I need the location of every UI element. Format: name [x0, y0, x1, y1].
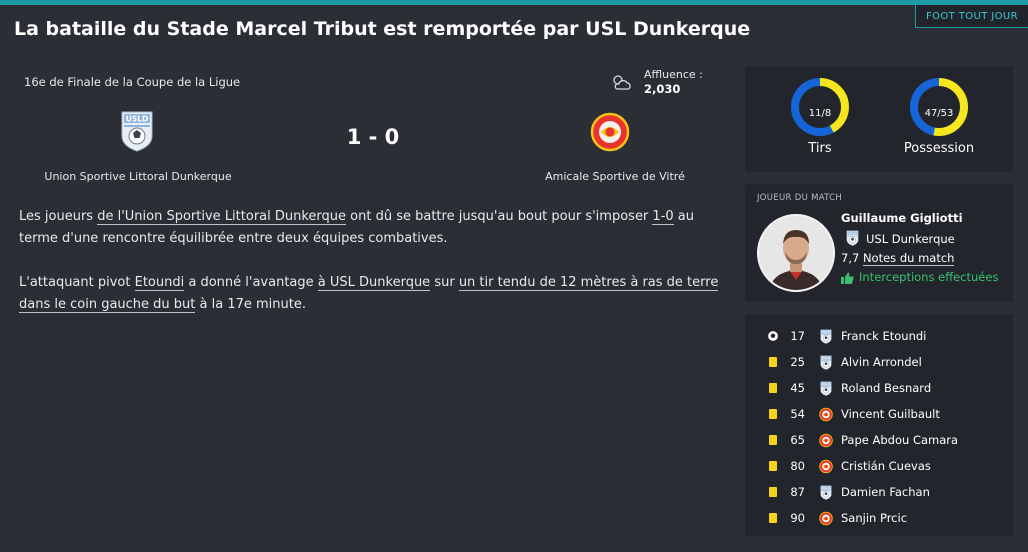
event-minute: 90 [790, 511, 805, 525]
event-player-name[interactable]: Franck Etoundi [841, 329, 926, 343]
as-vitre-crest-icon[interactable] [590, 112, 630, 152]
event-minute: 80 [790, 459, 805, 473]
club-crest-icon [846, 230, 859, 246]
yellow-card-icon [769, 435, 777, 445]
possession-value: 47/53 [924, 108, 954, 119]
yellow-card-icon [769, 383, 777, 393]
event-minute: 65 [790, 433, 805, 447]
top-accent-bar [0, 0, 1028, 5]
usl-dunkerque-crest-icon [819, 381, 833, 396]
event-minute: 87 [790, 485, 805, 499]
text: à la 17e minute. [195, 297, 306, 312]
usl-dunkerque-crest-icon[interactable] [120, 110, 154, 152]
event-row[interactable]: 87 Damien Fachan [745, 479, 1013, 505]
source-tag: FOOT TOUT JOUR [914, 5, 1028, 28]
usl-dunkerque-crest-icon [819, 329, 833, 344]
thumbs-up-icon [841, 272, 854, 284]
event-player-name[interactable]: Damien Fachan [841, 485, 930, 499]
match-events-panel: 17 Franck Etoundi 25 Alvin Arrondel 45 Roland… [745, 314, 1013, 536]
event-row[interactable]: 17 Franck Etoundi [745, 323, 1013, 349]
yellow-card-icon [769, 461, 777, 471]
event-minute: 54 [790, 407, 805, 421]
competition-name[interactable]: 16e de Finale de la Coupe de la Ligue [24, 75, 240, 89]
yellow-card-icon [769, 487, 777, 497]
article-paragraph-1: Les joueurs de l'Union Sportive Littoral… [19, 206, 724, 250]
attendance-value: 2,030 [644, 82, 681, 96]
event-row[interactable]: 65 Pape Abdou Camara [745, 427, 1013, 453]
event-row[interactable]: 25 Alvin Arrondel [745, 349, 1013, 375]
text: a donné l'avantage [184, 275, 318, 290]
event-row[interactable]: 80 Cristián Cuevas [745, 453, 1013, 479]
event-row[interactable]: 45 Roland Besnard [745, 375, 1013, 401]
event-player-name[interactable]: Vincent Guilbault [841, 407, 940, 421]
article-paragraph-2: L'attaquant pivot Etoundi a donné l'avan… [19, 272, 724, 316]
event-row[interactable]: 54 Vincent Guilbault [745, 401, 1013, 427]
player-portrait-icon [759, 216, 833, 290]
player-highlight: Interceptions effectuées [859, 270, 999, 284]
text: L'attaquant pivot [19, 275, 135, 290]
shots-donut-chart[interactable] [789, 76, 851, 138]
match-stats-panel: 11/8 Tirs 47/53 Possession [745, 66, 1013, 172]
as-vitre-crest-icon [819, 459, 833, 474]
rating-label[interactable]: Notes du match [862, 251, 955, 266]
possession-donut-chart[interactable] [908, 76, 970, 138]
yellow-card-icon [769, 409, 777, 419]
as-vitre-crest-icon [819, 511, 833, 526]
text: ont dû se battre jusqu'au bout pour s'im… [346, 209, 653, 224]
match-score: 1 - 0 [346, 125, 400, 149]
avatar[interactable] [757, 214, 835, 292]
event-player-name[interactable]: Sanjin Prcic [841, 511, 907, 525]
usl-dunkerque-crest-icon [819, 355, 833, 370]
player-of-match-panel: JOUEUR DU MATCH Guillaume Gigliotti USL … [745, 184, 1013, 302]
article-title: La bataille du Stade Marcel Tribut est r… [14, 18, 751, 40]
possession-label: Possession [903, 141, 975, 156]
event-minute: 17 [790, 329, 805, 343]
event-player-name[interactable]: Alvin Arrondel [841, 355, 922, 369]
panel-heading: JOUEUR DU MATCH [757, 193, 843, 203]
team-link[interactable]: de l'Union Sportive Littoral Dunkerque [97, 209, 347, 225]
text: sur [430, 275, 459, 290]
shots-label: Tirs [808, 141, 832, 156]
shots-value: 11/8 [808, 108, 832, 119]
score-link[interactable]: 1-0 [652, 209, 674, 225]
player-name[interactable]: Guillaume Gigliotti [841, 211, 963, 225]
event-minute: 45 [790, 381, 805, 395]
yellow-card-icon [769, 513, 777, 523]
event-player-name[interactable]: Pape Abdou Camara [841, 433, 958, 447]
event-player-name[interactable]: Cristián Cuevas [841, 459, 931, 473]
attendance-label: Affluence : [644, 68, 703, 81]
event-row[interactable]: 90 Sanjin Prcic [745, 505, 1013, 531]
text: Les joueurs [19, 209, 98, 224]
player-club[interactable]: USL Dunkerque [866, 232, 955, 246]
goal-ball-icon [767, 330, 779, 342]
player-link[interactable]: Etoundi [134, 275, 185, 291]
team-link[interactable]: à USL Dunkerque [317, 275, 431, 291]
rating-value: 7,7 [841, 251, 860, 265]
home-team-name[interactable]: Union Sportive Littoral Dunkerque [20, 170, 256, 183]
event-player-name[interactable]: Roland Besnard [841, 381, 931, 395]
event-minute: 25 [790, 355, 805, 369]
cloudy-weather-icon [613, 75, 631, 90]
article-body: Les joueurs de l'Union Sportive Littoral… [19, 206, 724, 338]
away-team-name[interactable]: Amicale Sportive de Vitré [510, 170, 720, 183]
as-vitre-crest-icon [819, 433, 833, 448]
yellow-card-icon [769, 357, 777, 367]
usl-dunkerque-crest-icon [819, 485, 833, 500]
player-rating: 7,7 Notes du match [841, 251, 955, 266]
as-vitre-crest-icon [819, 407, 833, 422]
